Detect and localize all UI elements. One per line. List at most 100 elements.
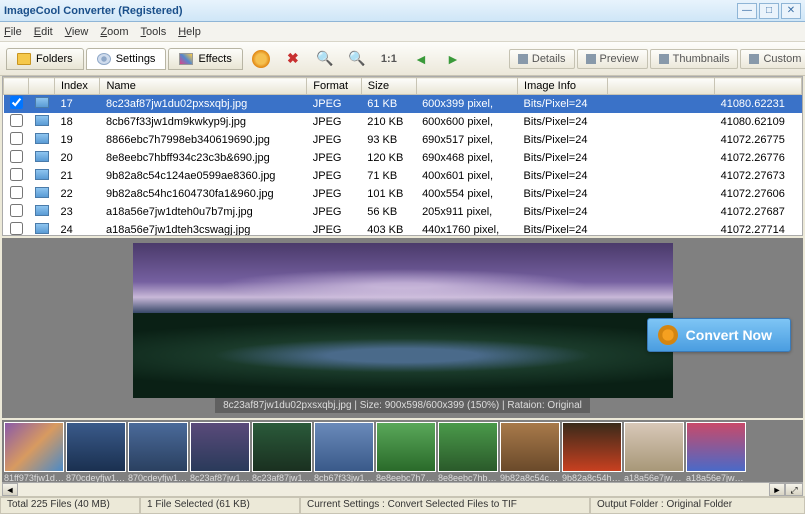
row-checkbox[interactable] <box>4 203 29 221</box>
col-4[interactable]: Format <box>307 78 362 95</box>
row-checkbox[interactable] <box>4 185 29 203</box>
thumbnail-strip: 81ff973fjw1dtcc...870cdeyfjw1dth...870cd… <box>2 420 803 496</box>
ratio-icon[interactable]: 1:1 <box>378 48 400 70</box>
thumbnail[interactable]: 8e8eebc7h799... <box>376 422 436 484</box>
settings-icon <box>97 53 111 65</box>
cell-index: 24 <box>55 221 100 236</box>
thumbnail[interactable]: 9b82a8c54hc160... <box>562 422 622 484</box>
cell-name: 8c23af87jw1du02pxsxqbj.jpg <box>100 95 307 114</box>
thumbnail[interactable]: 9b82a8c54c124... <box>500 422 560 484</box>
viewtab-preview[interactable]: Preview <box>577 49 648 69</box>
cell-format: JPEG <box>307 185 362 203</box>
row-checkbox[interactable] <box>4 113 29 131</box>
row-checkbox[interactable] <box>4 131 29 149</box>
col-8[interactable] <box>608 78 715 95</box>
col-2[interactable]: Index <box>55 78 100 95</box>
cell-val: 41072.27687 <box>715 203 802 221</box>
delete-icon[interactable]: ✖ <box>282 48 304 70</box>
thumbnail[interactable]: a18a56e7jw1dteh... <box>686 422 746 484</box>
cell-val: 41072.27606 <box>715 185 802 203</box>
cell-dim: 440x1760 pixel, <box>416 221 517 236</box>
custom-icon <box>749 54 759 64</box>
cell-size: 56 KB <box>361 203 416 221</box>
col-0[interactable] <box>4 78 29 95</box>
table-row[interactable]: 188cb67f33jw1dm9kwkyp9j.jpgJPEG210 KB600… <box>4 113 802 131</box>
menu-zoom[interactable]: Zoom <box>100 26 128 38</box>
menu-edit[interactable]: Edit <box>34 26 53 38</box>
maximize-button[interactable]: □ <box>759 3 779 19</box>
cell-size: 403 KB <box>361 221 416 236</box>
scroll-expand-button[interactable]: ⤢ <box>785 483 803 496</box>
row-checkbox[interactable] <box>4 221 29 236</box>
cell-format: JPEG <box>307 131 362 149</box>
thumbnail[interactable]: 870cdeyfjw1dth... <box>128 422 188 484</box>
thumbnail[interactable]: 8c23af87jw1du0... <box>252 422 312 484</box>
next-icon[interactable]: ► <box>442 48 464 70</box>
zoom-in-icon[interactable]: 🔍 <box>346 48 368 70</box>
table-row[interactable]: 219b82a8c54c124ae0599ae8360.jpgJPEG71 KB… <box>4 167 802 185</box>
folder-icon <box>17 53 31 65</box>
menubar: File Edit View Zoom Tools Help <box>0 22 805 42</box>
viewtab-details[interactable]: Details <box>509 49 575 69</box>
thumbnail[interactable]: 8c23af87jw1du0... <box>190 422 250 484</box>
file-icon <box>29 95 55 114</box>
cell-extra <box>608 167 715 185</box>
row-checkbox[interactable] <box>4 95 29 114</box>
cell-index: 17 <box>55 95 100 114</box>
thumb-scrollbar[interactable]: ◄ ► ⤢ <box>2 482 803 496</box>
add-icon[interactable] <box>250 48 272 70</box>
thumbnail[interactable]: 8e8eebc7hbff... <box>438 422 498 484</box>
table-row[interactable]: 24a18a56e7jw1dteh3cswagj.jpgJPEG403 KB44… <box>4 221 802 236</box>
row-checkbox[interactable] <box>4 149 29 167</box>
cell-extra <box>608 95 715 114</box>
menu-view[interactable]: View <box>65 26 89 38</box>
menu-help[interactable]: Help <box>178 26 201 38</box>
thumbnail[interactable]: 870cdeyfjw1dth... <box>66 422 126 484</box>
col-3[interactable]: Name <box>100 78 307 95</box>
col-9[interactable] <box>715 78 802 95</box>
thumbnail[interactable]: 81ff973fjw1dtcc... <box>4 422 64 484</box>
file-icon <box>29 167 55 185</box>
table-row[interactable]: 208e8eebc7hbff934c23c3b&690.jpgJPEG120 K… <box>4 149 802 167</box>
menu-tools[interactable]: Tools <box>141 26 167 38</box>
minimize-button[interactable]: — <box>737 3 757 19</box>
scroll-left-button[interactable]: ◄ <box>2 483 18 496</box>
cell-extra <box>608 185 715 203</box>
cell-format: JPEG <box>307 113 362 131</box>
col-1[interactable] <box>29 78 55 95</box>
table-row[interactable]: 23a18a56e7jw1dteh0u7b7mj.jpgJPEG56 KB205… <box>4 203 802 221</box>
viewtab-thumbnails[interactable]: Thumbnails <box>650 49 739 69</box>
thumb-image <box>252 422 312 472</box>
tab-settings[interactable]: Settings <box>86 48 167 70</box>
menu-file[interactable]: File <box>4 26 22 38</box>
thumbnail[interactable]: 8cb67f33jw1dm... <box>314 422 374 484</box>
preview-image[interactable] <box>133 243 673 398</box>
row-checkbox[interactable] <box>4 167 29 185</box>
close-button[interactable]: ✕ <box>781 3 801 19</box>
cell-name: 9b82a8c54hc1604730fa1&960.jpg <box>100 185 307 203</box>
col-7[interactable]: Image Info <box>518 78 608 95</box>
convert-now-button[interactable]: Convert Now <box>647 318 791 352</box>
prev-icon[interactable]: ◄ <box>410 48 432 70</box>
table-row[interactable]: 198866ebc7h7998eb340619690.jpgJPEG93 KB6… <box>4 131 802 149</box>
status-selected: 1 File Selected (61 KB) <box>140 497 300 514</box>
cell-info: Bits/Pixel=24 <box>518 221 608 236</box>
table-row[interactable]: 229b82a8c54hc1604730fa1&960.jpgJPEG101 K… <box>4 185 802 203</box>
table-row[interactable]: 178c23af87jw1du02pxsxqbj.jpgJPEG61 KB600… <box>4 95 802 114</box>
titlebar: ImageCool Converter (Registered) — □ ✕ <box>0 0 805 22</box>
col-5[interactable]: Size <box>361 78 416 95</box>
cell-name: 9b82a8c54c124ae0599ae8360.jpg <box>100 167 307 185</box>
tab-folders[interactable]: Folders <box>6 48 84 70</box>
file-icon <box>29 149 55 167</box>
thumbnail[interactable]: a18a56e7jw1dteh... <box>624 422 684 484</box>
zoom-out-icon[interactable]: 🔍 <box>314 48 336 70</box>
thumb-image <box>686 422 746 472</box>
viewtab-custom[interactable]: Custom <box>740 49 805 69</box>
thumb-image <box>4 422 64 472</box>
file-table[interactable]: IndexNameFormatSize Image Info 178c23af87… <box>2 76 803 236</box>
thumb-image <box>190 422 250 472</box>
tab-effects[interactable]: Effects <box>168 48 242 70</box>
scroll-track[interactable] <box>18 483 769 496</box>
col-6[interactable] <box>416 78 517 95</box>
scroll-right-button[interactable]: ► <box>769 483 785 496</box>
